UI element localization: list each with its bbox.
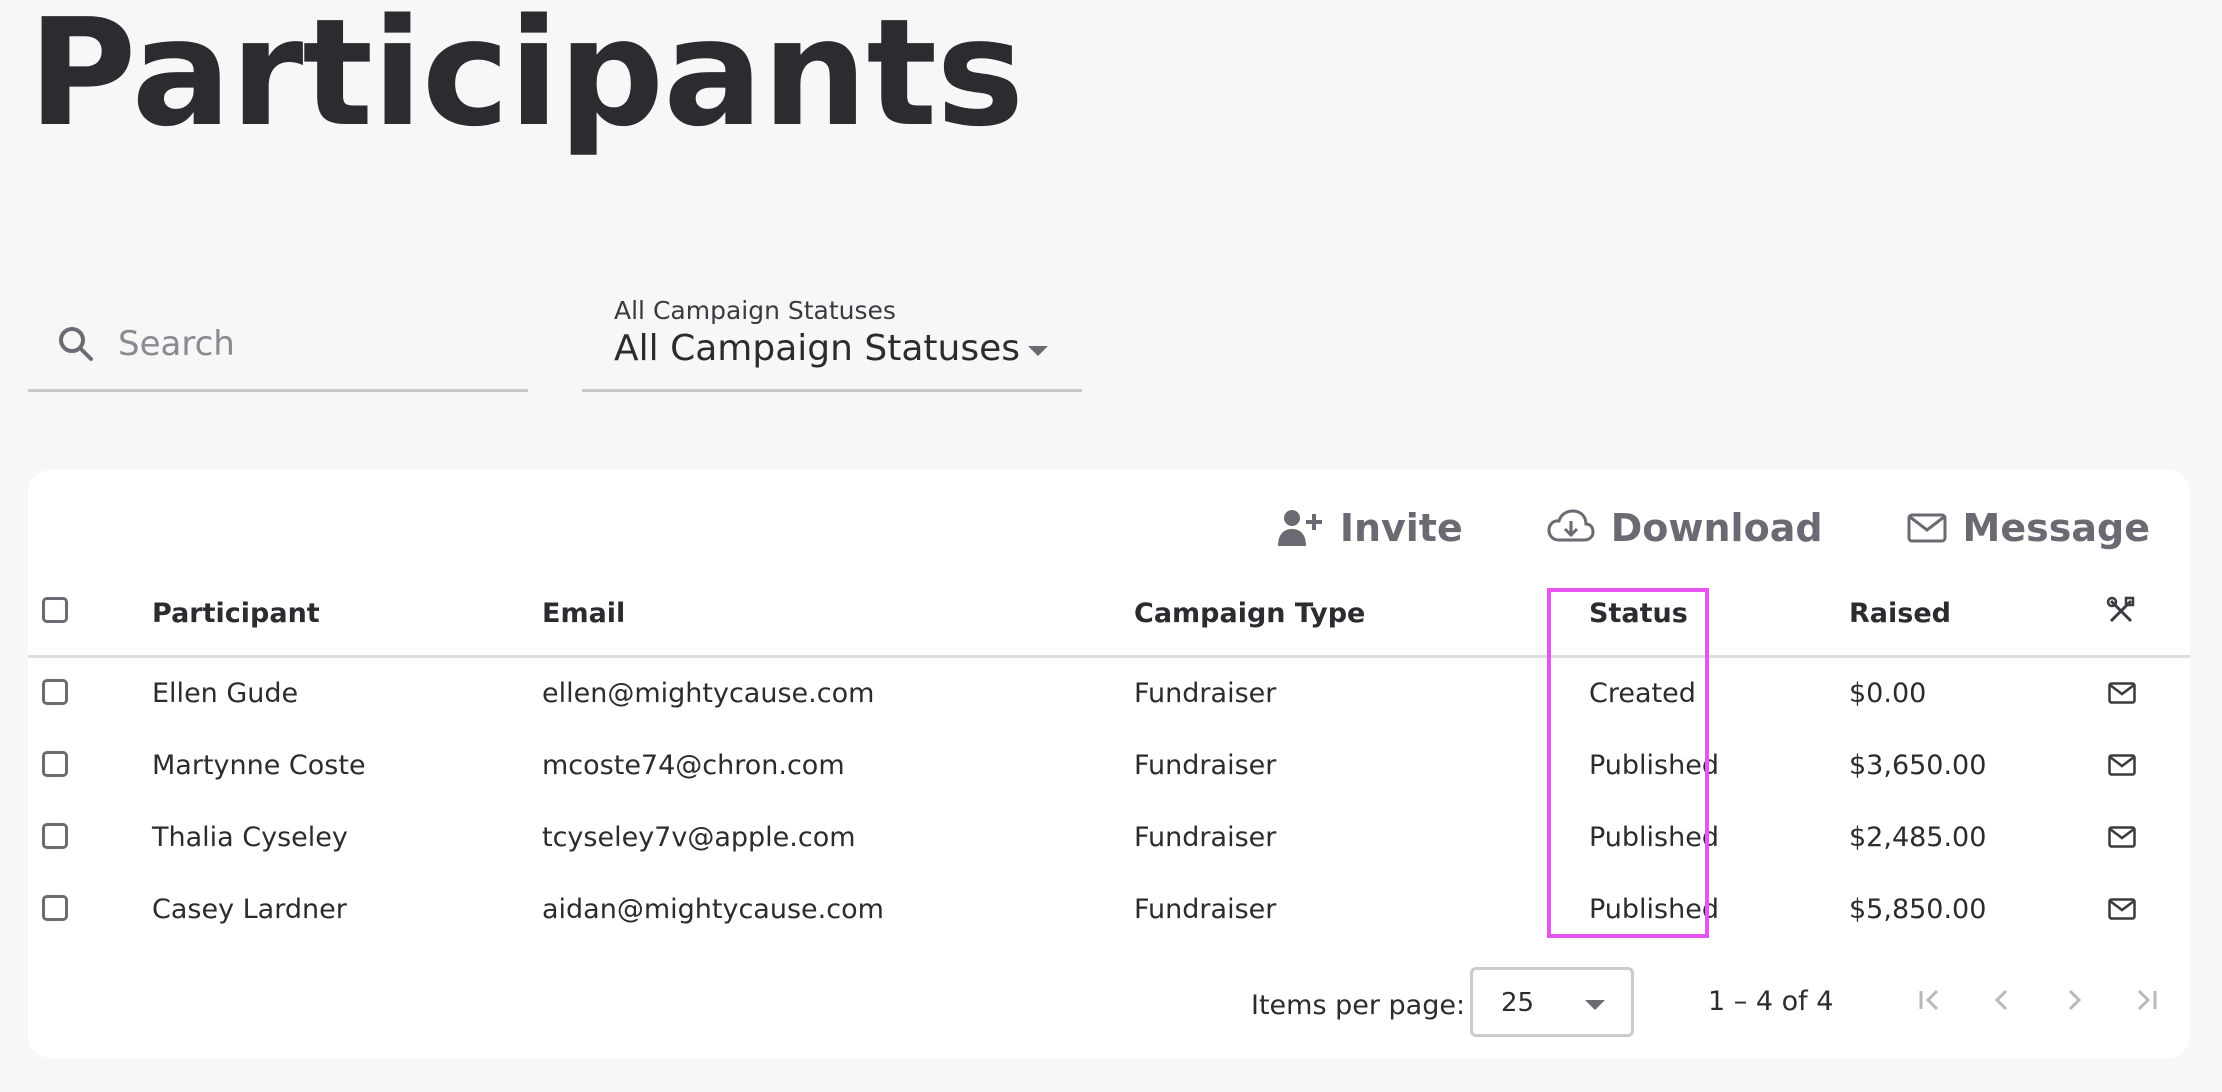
last-page-icon[interactable]: [2124, 978, 2168, 1022]
raised-amount: $0.00: [1849, 678, 1927, 709]
participants-table-card: Invite Download Message Participant Emai…: [28, 470, 2190, 1058]
message-label: Message: [1962, 506, 2150, 550]
raised-amount: $3,650.00: [1849, 750, 1987, 781]
row-checkbox[interactable]: [42, 751, 68, 777]
participant-name[interactable]: Thalia Cyseley: [152, 822, 348, 853]
campaign-status-value: All Campaign Statuses: [614, 328, 1020, 369]
column-header-email[interactable]: Email: [542, 598, 625, 629]
raised-amount: $2,485.00: [1849, 822, 1987, 853]
column-header-participant[interactable]: Participant: [152, 598, 320, 629]
first-page-icon[interactable]: [1908, 978, 1952, 1022]
row-checkbox[interactable]: [42, 895, 68, 921]
campaign-status-label: All Campaign Statuses: [614, 296, 896, 325]
items-per-page-select[interactable]: 25: [1470, 967, 1634, 1037]
row-message-icon[interactable]: [2108, 682, 2136, 708]
participant-email: ellen@mightycause.com: [542, 678, 875, 709]
invite-label: Invite: [1339, 506, 1463, 550]
message-button[interactable]: Message: [1907, 506, 2150, 550]
campaign-status-select[interactable]: All Campaign Statuses All Campaign Statu…: [582, 290, 1082, 392]
participant-name[interactable]: Ellen Gude: [152, 678, 298, 709]
column-header-campaign-type[interactable]: Campaign Type: [1134, 598, 1365, 629]
row-checkbox[interactable]: [42, 823, 68, 849]
header-divider: [28, 655, 2190, 658]
campaign-type: Fundraiser: [1134, 894, 1277, 925]
campaign-type: Fundraiser: [1134, 750, 1277, 781]
search-input[interactable]: [116, 318, 510, 370]
status-value: Published: [1589, 750, 1719, 781]
row-message-icon[interactable]: [2108, 754, 2136, 780]
status-value: Published: [1589, 822, 1719, 853]
table-toolbar: Invite Download Message: [1276, 498, 2150, 558]
row-message-icon[interactable]: [2108, 898, 2136, 924]
select-all-checkbox[interactable]: [42, 597, 68, 623]
search-icon: [56, 324, 96, 364]
next-page-icon[interactable]: [2052, 978, 2096, 1022]
chevron-down-icon: [1585, 1000, 1605, 1010]
raised-amount: $5,850.00: [1849, 894, 1987, 925]
search-field[interactable]: [28, 300, 528, 392]
items-per-page-value: 25: [1501, 988, 1535, 1018]
add-user-icon: [1276, 508, 1324, 548]
participant-email: tcyseley7v@apple.com: [542, 822, 856, 853]
status-value: Created: [1589, 678, 1696, 709]
chevron-down-icon: [1028, 346, 1048, 356]
tools-icon[interactable]: [2106, 596, 2136, 630]
invite-button[interactable]: Invite: [1276, 506, 1463, 550]
campaign-type: Fundraiser: [1134, 678, 1277, 709]
participant-name[interactable]: Casey Lardner: [152, 894, 347, 925]
column-header-status[interactable]: Status: [1589, 598, 1688, 629]
row-message-icon[interactable]: [2108, 826, 2136, 852]
page-range: 1 – 4 of 4: [1708, 986, 1834, 1017]
previous-page-icon[interactable]: [1980, 978, 2024, 1022]
download-button[interactable]: Download: [1547, 506, 1823, 550]
participant-email: aidan@mightycause.com: [542, 894, 884, 925]
download-label: Download: [1610, 506, 1823, 550]
column-header-raised[interactable]: Raised: [1849, 598, 1951, 629]
participant-name[interactable]: Martynne Coste: [152, 750, 366, 781]
page-title: Participants: [28, 0, 1024, 159]
participant-email: mcoste74@chron.com: [542, 750, 845, 781]
cloud-download-icon: [1547, 508, 1595, 548]
campaign-type: Fundraiser: [1134, 822, 1277, 853]
row-checkbox[interactable]: [42, 679, 68, 705]
envelope-icon: [1907, 512, 1947, 544]
status-value: Published: [1589, 894, 1719, 925]
items-per-page-label: Items per page:: [1251, 990, 1466, 1021]
